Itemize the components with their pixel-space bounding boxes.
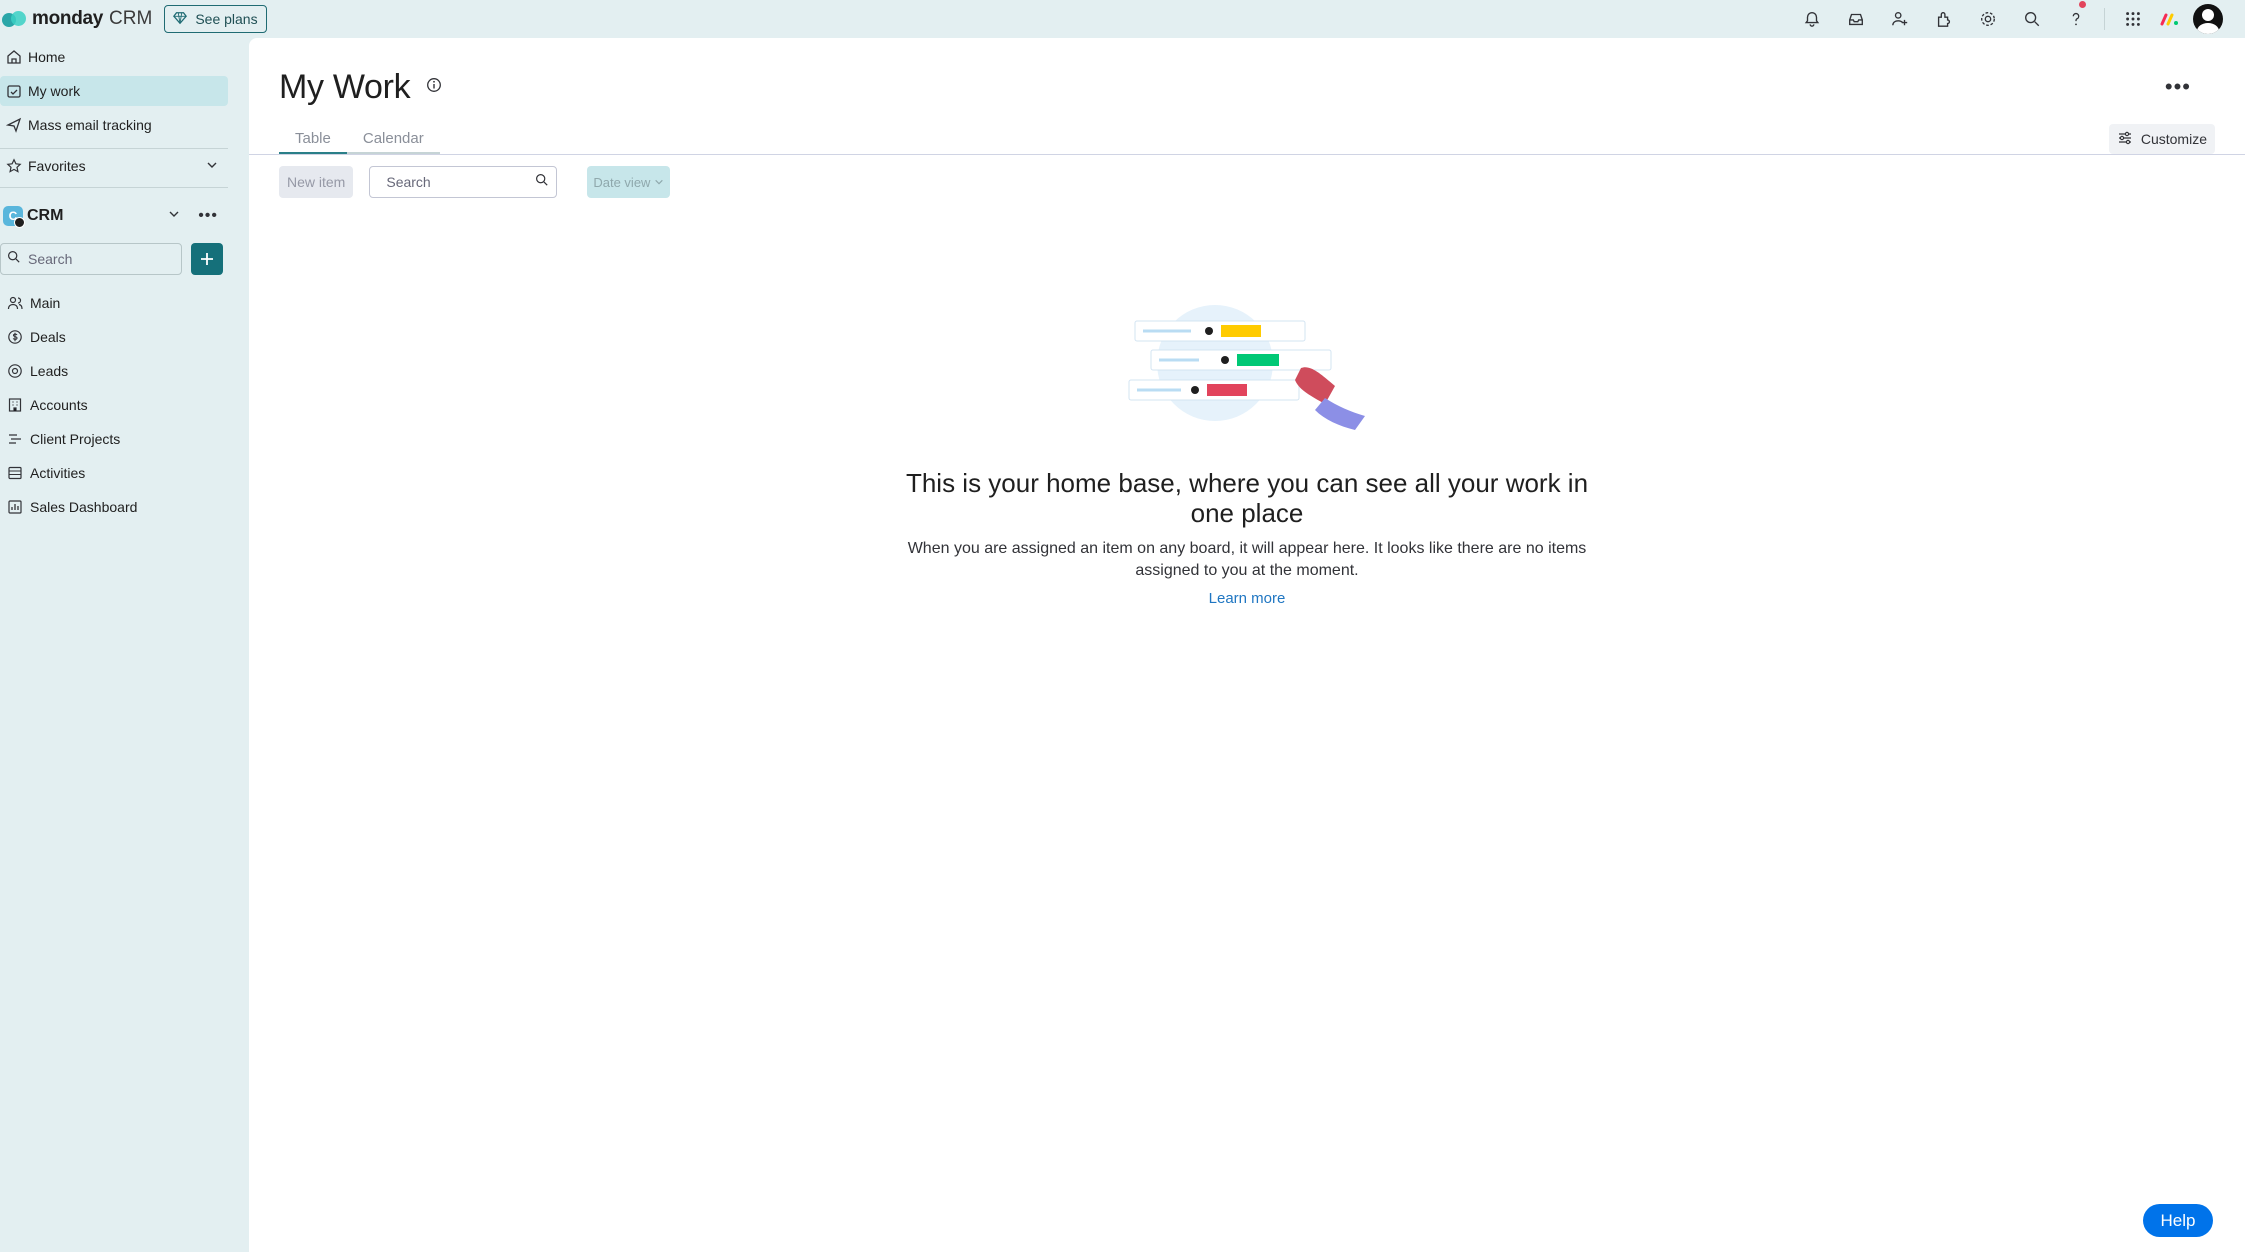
search-icon xyxy=(7,250,20,268)
bell-icon[interactable] xyxy=(1790,0,1834,38)
add-board-button[interactable] xyxy=(191,243,223,275)
list-icon xyxy=(0,431,30,447)
sidebar-board-label: Sales Dashboard xyxy=(30,499,138,515)
chevron-down-icon[interactable] xyxy=(168,207,180,225)
sidebar-item-my-work[interactable]: My work xyxy=(0,76,228,106)
brand[interactable]: monday CRM xyxy=(2,0,152,38)
sidebar-board-label: Main xyxy=(30,295,61,311)
info-icon[interactable] xyxy=(426,77,442,98)
avatar[interactable] xyxy=(2193,4,2223,34)
tabs-divider xyxy=(249,154,2245,155)
my-work-icon xyxy=(0,83,28,99)
sidebar-board-label: Leads xyxy=(30,363,69,379)
home-icon xyxy=(0,49,28,65)
empty-state-description: When you are assigned an item on any boa… xyxy=(907,540,1587,579)
notification-dot xyxy=(2079,1,2086,8)
search-icon[interactable] xyxy=(2010,0,2054,38)
dollar-icon xyxy=(0,329,30,345)
new-item-button[interactable]: New item xyxy=(279,166,354,198)
main-content: My Work ••• Table Calendar Customize New… xyxy=(249,38,2245,1252)
brand-name: monday xyxy=(32,8,104,29)
inbox-icon[interactable] xyxy=(1834,0,1878,38)
dashboard-icon xyxy=(0,499,30,515)
more-options-icon[interactable]: ••• xyxy=(2165,74,2191,100)
paper-plane-icon xyxy=(0,117,28,133)
sidebar-item-label: Home xyxy=(28,49,66,65)
sidebar-favorites[interactable]: Favorites xyxy=(0,151,228,181)
sidebar-board-main[interactable]: Main xyxy=(0,288,228,318)
sidebar-board-accounts[interactable]: Accounts xyxy=(0,390,228,420)
sidebar-board-activities[interactable]: Activities xyxy=(0,458,228,488)
workspace-selector[interactable]: C CRM ••• xyxy=(0,201,228,231)
sidebar-board-label: Deals xyxy=(30,329,66,345)
board-icon xyxy=(0,465,30,481)
diamond-icon xyxy=(173,11,188,28)
topbar-divider xyxy=(2104,8,2105,30)
view-toolbar: New item Date view xyxy=(279,166,671,198)
sidebar-search-input[interactable] xyxy=(28,251,168,267)
customize-button[interactable]: Customize xyxy=(2108,124,2215,154)
empty-state-illustration xyxy=(1128,305,1365,430)
view-tabs: Table Calendar xyxy=(279,124,440,154)
settings-icon[interactable] xyxy=(1966,0,2010,38)
target-icon xyxy=(0,363,30,379)
page-title: My Work xyxy=(279,68,411,106)
favorites-label: Favorites xyxy=(28,158,86,174)
date-view-dropdown[interactable]: Date view xyxy=(587,166,671,198)
page-header: My Work xyxy=(279,68,442,107)
sidebar-item-home[interactable]: Home xyxy=(0,42,228,72)
help-button[interactable]: Help xyxy=(2143,1204,2213,1237)
see-plans-button[interactable]: See plans xyxy=(164,5,267,33)
empty-state-title: This is your home base, where you can se… xyxy=(905,468,1589,528)
customize-label: Customize xyxy=(2140,131,2207,147)
brand-product: CRM xyxy=(109,8,153,29)
workspace-logo-icon: C xyxy=(3,206,25,228)
sidebar-board-label: Client Projects xyxy=(30,431,121,447)
sidebar-board-sales-dashboard[interactable]: Sales Dashboard xyxy=(0,492,228,522)
see-plans-label: See plans xyxy=(195,11,258,27)
workspace-more-icon[interactable]: ••• xyxy=(198,207,218,225)
sidebar: Home My work Mass email tracking Favorit… xyxy=(0,38,240,1252)
sidebar-item-label: My work xyxy=(28,83,81,99)
plus-icon xyxy=(201,253,213,265)
tab-table[interactable]: Table xyxy=(279,124,347,154)
sidebar-search[interactable] xyxy=(0,243,182,275)
chevron-down-icon[interactable] xyxy=(206,158,218,174)
top-bar: monday CRM See plans xyxy=(0,0,2245,38)
sidebar-divider xyxy=(0,148,228,149)
invite-user-icon[interactable] xyxy=(1878,0,1922,38)
star-icon xyxy=(0,158,28,174)
main-search[interactable] xyxy=(369,166,558,198)
sidebar-item-label: Mass email tracking xyxy=(28,117,152,133)
sidebar-item-mass-email-tracking[interactable]: Mass email tracking xyxy=(0,110,228,140)
monday-mini-logo[interactable] xyxy=(2155,6,2185,32)
sidebar-board-deals[interactable]: Deals xyxy=(0,322,228,352)
chevron-down-icon xyxy=(655,179,664,185)
main-search-input[interactable] xyxy=(386,174,527,190)
search-icon xyxy=(535,173,548,191)
people-icon xyxy=(0,295,30,311)
building-icon xyxy=(0,397,30,413)
sidebar-board-label: Accounts xyxy=(30,397,88,413)
tab-calendar[interactable]: Calendar xyxy=(346,124,440,154)
sidebar-board-label: Activities xyxy=(30,465,86,481)
sidebar-board-leads[interactable]: Leads xyxy=(0,356,228,386)
date-view-label: Date view xyxy=(593,174,651,190)
sidebar-divider xyxy=(0,187,228,188)
app-grid-icon[interactable] xyxy=(2111,0,2155,38)
help-question-icon[interactable] xyxy=(2054,0,2098,38)
apps-icon[interactable] xyxy=(1922,0,1966,38)
sidebar-board-client-projects[interactable]: Client Projects xyxy=(0,424,228,454)
sliders-icon xyxy=(2117,130,2133,149)
topbar-actions xyxy=(1790,0,2245,38)
monday-logo-icon xyxy=(2,8,28,30)
workspace-name: CRM xyxy=(27,207,64,224)
learn-more-link[interactable]: Learn more xyxy=(1097,590,1397,607)
